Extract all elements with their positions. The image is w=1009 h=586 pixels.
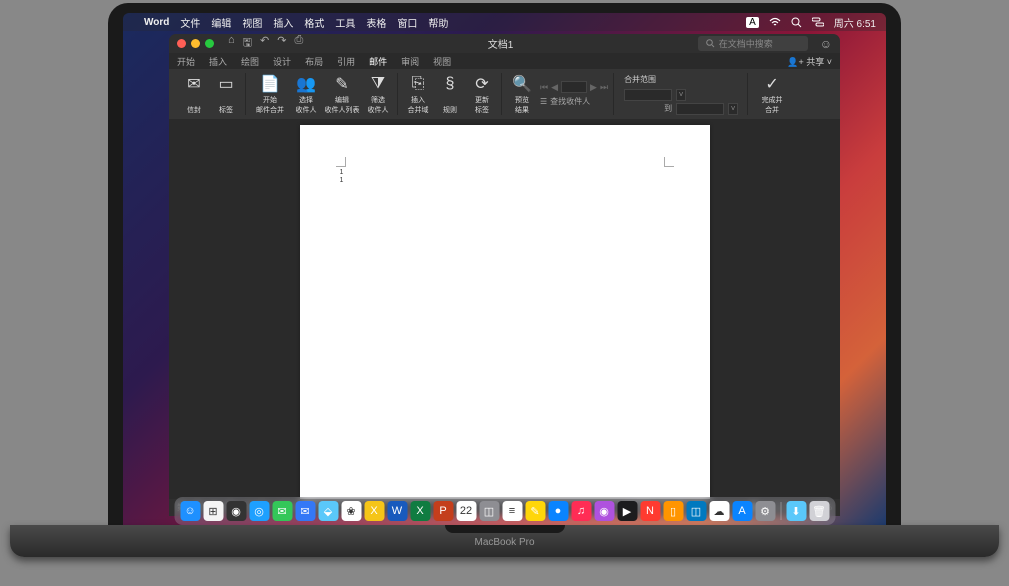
- find-recipient-button[interactable]: ☰ 查找收件人: [540, 96, 608, 107]
- edit-recipients-button[interactable]: ✎编辑 收件人列表: [324, 73, 360, 115]
- start-merge-button[interactable]: 📄开始 邮件合并: [252, 73, 288, 115]
- dock-tv[interactable]: ▶: [617, 501, 637, 521]
- merge-from-input[interactable]: [624, 89, 672, 101]
- laptop-model: MacBook Pro: [474, 537, 534, 548]
- share-button[interactable]: 👤+ 共享 ˅: [787, 55, 832, 68]
- first-record-icon[interactable]: ⏮: [540, 82, 548, 93]
- tab-review[interactable]: 审阅: [401, 55, 419, 68]
- input-source-icon[interactable]: A: [746, 17, 759, 28]
- menu-tools[interactable]: 工具: [335, 15, 355, 30]
- labels-button[interactable]: ▭标签: [212, 73, 240, 115]
- redo-icon[interactable]: ↷: [277, 34, 286, 53]
- ribbon-mailings: ✉信封 ▭标签 📄开始 邮件合并 👥选择 收件人 ✎编辑 收件人列表 ⧩筛选 收…: [169, 69, 840, 119]
- control-center-icon[interactable]: [812, 17, 824, 27]
- dock-activity[interactable]: ◉: [226, 501, 246, 521]
- page[interactable]: 1 1: [300, 125, 710, 499]
- app-menu[interactable]: Word: [144, 17, 169, 28]
- menu-window[interactable]: 窗口: [397, 15, 417, 30]
- next-record-icon[interactable]: ▶: [590, 82, 597, 93]
- dock-word[interactable]: W: [387, 501, 407, 521]
- prev-record-icon[interactable]: ◀: [551, 82, 558, 93]
- dock-books[interactable]: ▯: [663, 501, 683, 521]
- dock-trello[interactable]: ◫: [686, 501, 706, 521]
- merge-to-dd[interactable]: ˅: [728, 103, 738, 115]
- document-title: 文档1: [309, 36, 691, 51]
- dock-onedrive[interactable]: ☁: [709, 501, 729, 521]
- dock-finder[interactable]: ☺: [180, 501, 200, 521]
- rules-button[interactable]: §规则: [436, 73, 464, 115]
- dock: ☺⊞◉◎✉✉⬙❀XWXP22◫≡✎●♫◉▶N▯◫☁A⚙⬇🗑: [174, 497, 835, 525]
- tab-draw[interactable]: 绘图: [241, 55, 259, 68]
- dock-excel[interactable]: X: [410, 501, 430, 521]
- dock-messages[interactable]: ✉: [272, 501, 292, 521]
- select-recipients-button[interactable]: 👥选择 收件人: [292, 73, 320, 115]
- dock-launchpad[interactable]: ⊞: [203, 501, 223, 521]
- dock-downloads[interactable]: ⬇: [786, 501, 806, 521]
- tab-insert[interactable]: 插入: [209, 55, 227, 68]
- undo-icon[interactable]: ↶: [260, 34, 269, 53]
- last-record-icon[interactable]: ⏭: [600, 82, 608, 93]
- search-input[interactable]: 在文档中搜索: [698, 36, 808, 51]
- clock[interactable]: 周六 6:51: [834, 15, 876, 30]
- update-labels-button[interactable]: ⟳更新 标签: [468, 73, 496, 115]
- record-number-input[interactable]: [561, 81, 587, 93]
- tab-layout[interactable]: 布局: [305, 55, 323, 68]
- dock-safari[interactable]: ◎: [249, 501, 269, 521]
- dock-contacts[interactable]: ◫: [479, 501, 499, 521]
- dock-powerpoint[interactable]: P: [433, 501, 453, 521]
- menu-edit[interactable]: 编辑: [211, 15, 231, 30]
- search-placeholder: 在文档中搜索: [719, 37, 773, 50]
- dock-maps[interactable]: ⬙: [318, 501, 338, 521]
- filter-recipients-button[interactable]: ⧩筛选 收件人: [364, 73, 392, 115]
- save-icon[interactable]: 🖫: [243, 34, 252, 53]
- menu-help[interactable]: 帮助: [428, 15, 448, 30]
- envelopes-button[interactable]: ✉信封: [180, 73, 208, 115]
- preview-results-button[interactable]: 🔍预览 结果: [508, 73, 536, 115]
- menu-insert[interactable]: 插入: [273, 15, 293, 30]
- dock-photos[interactable]: ❀: [341, 501, 361, 521]
- spotlight-icon[interactable]: [791, 17, 802, 28]
- menu-view[interactable]: 视图: [242, 15, 262, 30]
- page-content: 1 1: [340, 169, 344, 186]
- dock-news[interactable]: N: [640, 501, 660, 521]
- merge-to-label: 到: [624, 103, 672, 114]
- menu-table[interactable]: 表格: [366, 15, 386, 30]
- zoom-button[interactable]: [205, 39, 214, 48]
- dock-music[interactable]: ♫: [571, 501, 591, 521]
- document-canvas[interactable]: 1 1: [169, 119, 840, 499]
- dock-settings[interactable]: ⚙: [755, 501, 775, 521]
- minimize-button[interactable]: [191, 39, 200, 48]
- dock-mail[interactable]: ✉: [295, 501, 315, 521]
- tab-design[interactable]: 设计: [273, 55, 291, 68]
- insert-merge-field-button[interactable]: ⎘插入 合并域: [404, 73, 432, 115]
- dock-calendar[interactable]: 22: [456, 501, 476, 521]
- menu-file[interactable]: 文件: [180, 15, 200, 30]
- dock-reminders[interactable]: ≡: [502, 501, 522, 521]
- finish-merge-button[interactable]: ✓完成并 合并: [754, 73, 790, 115]
- tab-references[interactable]: 引用: [337, 55, 355, 68]
- mac-menubar: Word 文件 编辑 视图 插入 格式 工具 表格 窗口 帮助 A 周六 6:5…: [123, 13, 886, 31]
- merge-from-dd[interactable]: ˅: [676, 89, 686, 101]
- dock-podcasts[interactable]: ◉: [594, 501, 614, 521]
- dock-trash[interactable]: 🗑: [809, 501, 829, 521]
- close-button[interactable]: [177, 39, 186, 48]
- crop-mark-tl: [336, 157, 346, 167]
- menu-format[interactable]: 格式: [304, 15, 324, 30]
- tab-view[interactable]: 视图: [433, 55, 451, 68]
- window-titlebar: ⌂ 🖫 ↶ ↷ ⎙ 文档1 在文档中搜索 ☺ 开始 插入 绘图 设计 布局 引用…: [169, 34, 840, 69]
- dock-app1[interactable]: ●: [548, 501, 568, 521]
- crop-mark-tr: [664, 157, 674, 167]
- dock-notes[interactable]: ✎: [525, 501, 545, 521]
- merge-range-label: 合并范围: [624, 74, 738, 85]
- merge-to-input[interactable]: [676, 103, 724, 115]
- print-icon[interactable]: ⎙: [294, 34, 303, 53]
- tab-mailings[interactable]: 邮件: [369, 55, 387, 68]
- feedback-icon[interactable]: ☺: [820, 37, 832, 51]
- dock-separator: [780, 502, 781, 520]
- dock-appstore[interactable]: A: [732, 501, 752, 521]
- home-icon[interactable]: ⌂: [228, 34, 235, 53]
- dock-x[interactable]: X: [364, 501, 384, 521]
- wifi-icon[interactable]: [769, 17, 781, 27]
- tab-home[interactable]: 开始: [177, 55, 195, 68]
